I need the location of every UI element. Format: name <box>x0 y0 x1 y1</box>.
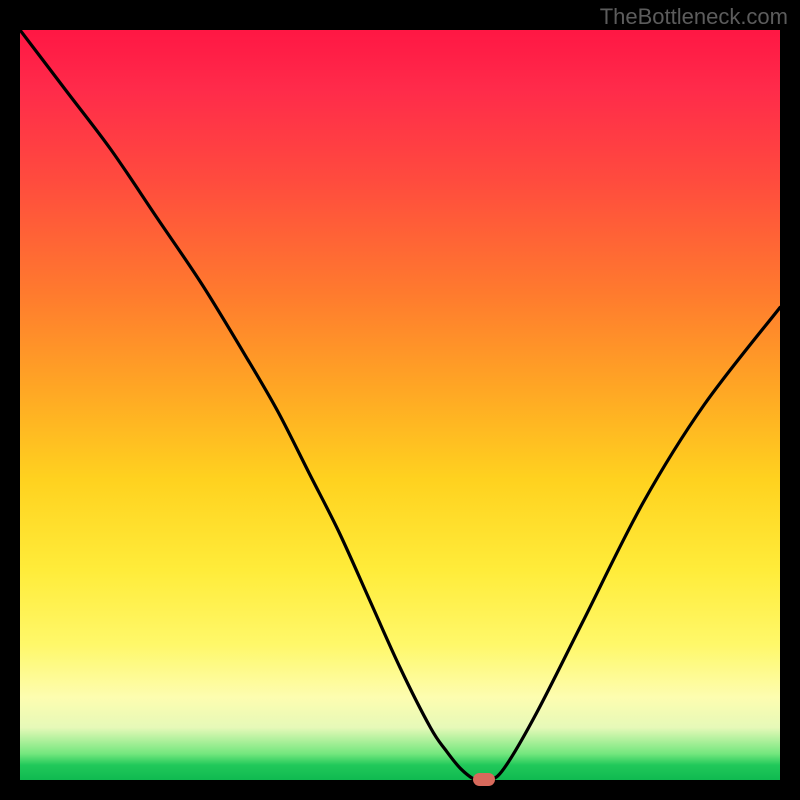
chart-frame: TheBottleneck.com <box>0 0 800 800</box>
plot-area <box>20 30 780 780</box>
bottleneck-curve <box>20 30 780 780</box>
optimal-point-marker <box>473 773 495 786</box>
watermark-text: TheBottleneck.com <box>600 4 788 30</box>
